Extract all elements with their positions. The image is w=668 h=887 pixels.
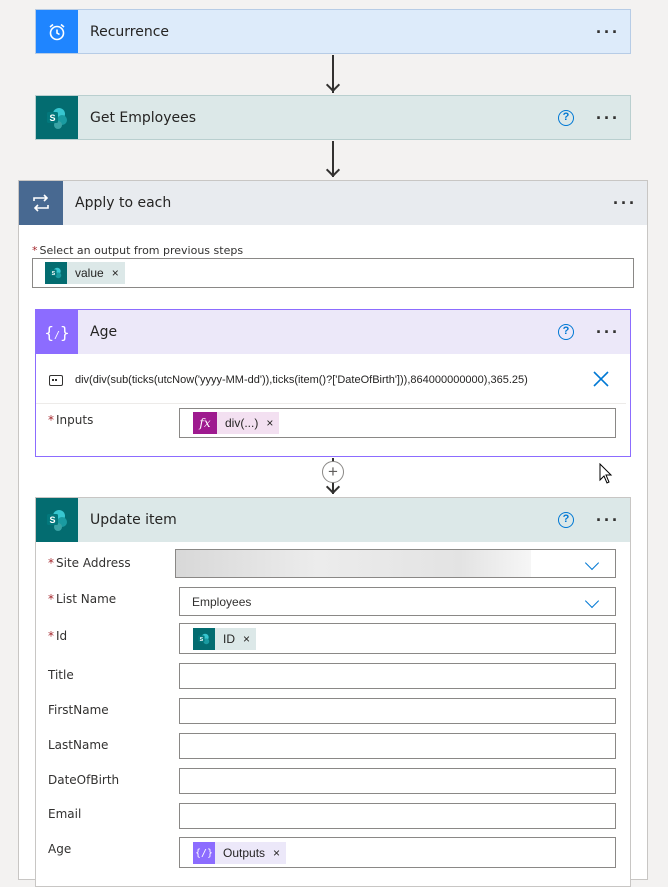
id-token[interactable]: S ID × — [193, 628, 257, 650]
site-address-label: * Site Address — [48, 556, 131, 570]
update-item-header[interactable]: S Update item ? ··· — [36, 498, 630, 542]
dateofbirth-field[interactable] — [179, 768, 616, 794]
list-name-dropdown[interactable]: Employees — [179, 587, 616, 616]
expression-text[interactable]: div(div(sub(ticks(utcNow('yyyy-MM-dd')),… — [75, 374, 528, 386]
recurrence-title: Recurrence — [90, 23, 170, 40]
get-employees-step[interactable]: S Get Employees ? ··· — [35, 95, 631, 140]
lastname-label: LastName — [48, 738, 109, 752]
select-output-label: * Select an output from previous steps — [32, 244, 244, 257]
token-label: div(...) — [225, 416, 259, 430]
more-options-button[interactable]: ··· — [596, 109, 620, 127]
value-token[interactable]: S value × — [45, 262, 125, 284]
help-icon[interactable]: ? — [558, 109, 574, 126]
age-header[interactable]: {/} Age ? ··· — [36, 310, 630, 354]
svg-text:S: S — [52, 271, 56, 277]
age-field[interactable]: {/} Outputs × — [179, 837, 616, 868]
expression-token[interactable]: fx div(...) × — [193, 412, 280, 434]
sharepoint-icon: S — [193, 628, 215, 650]
sharepoint-icon: S — [45, 262, 67, 284]
id-field[interactable]: S ID × — [179, 623, 616, 654]
loop-icon — [19, 181, 63, 225]
email-field[interactable] — [179, 803, 616, 829]
sharepoint-icon: S — [36, 96, 78, 139]
lastname-field[interactable] — [179, 733, 616, 759]
svg-text:S: S — [49, 113, 55, 123]
token-label: ID — [223, 632, 235, 646]
alarm-clock-icon — [36, 10, 78, 53]
arrow-head-icon — [325, 162, 341, 178]
age-label: Age — [48, 842, 72, 856]
expression-comment-icon — [49, 375, 63, 386]
inputs-label: * Inputs — [48, 413, 94, 427]
email-label: Email — [48, 807, 82, 821]
close-icon[interactable] — [592, 370, 612, 390]
firstname-label: FirstName — [48, 703, 109, 717]
apply-to-each-title: Apply to each — [75, 195, 172, 211]
chevron-down-icon[interactable] — [584, 555, 600, 571]
outputs-token[interactable]: {/} Outputs × — [193, 842, 287, 864]
title-field[interactable] — [179, 663, 616, 689]
chevron-down-icon[interactable] — [584, 593, 600, 609]
arrow-head-icon — [325, 77, 341, 93]
help-icon[interactable]: ? — [558, 324, 574, 340]
blurred-site-url — [176, 550, 531, 577]
function-fx-icon: fx — [193, 412, 217, 434]
remove-token-button[interactable]: × — [243, 632, 250, 646]
get-employees-title: Get Employees — [90, 109, 197, 126]
firstname-field[interactable] — [179, 698, 616, 724]
compose-braces-icon: {/} — [193, 842, 215, 864]
svg-text:S: S — [200, 637, 204, 643]
compose-braces-icon: {/} — [36, 310, 78, 354]
site-address-dropdown[interactable] — [175, 549, 616, 578]
recurrence-step[interactable]: Recurrence ··· — [35, 9, 631, 54]
more-options-button[interactable]: ··· — [596, 23, 620, 41]
id-label: * Id — [48, 629, 68, 643]
apply-to-each-header[interactable]: Apply to each ··· — [19, 181, 647, 225]
mouse-cursor-icon — [599, 462, 613, 488]
update-item-title: Update item — [90, 512, 177, 528]
remove-token-button[interactable]: × — [266, 416, 273, 430]
list-name-label: * List Name — [48, 592, 117, 606]
more-options-button[interactable]: ··· — [596, 323, 620, 341]
more-options-button[interactable]: ··· — [613, 194, 637, 212]
token-label: Outputs — [223, 846, 266, 860]
expression-editor[interactable]: div(div(sub(ticks(utcNow('yyyy-MM-dd')),… — [36, 358, 626, 404]
token-label: value — [75, 266, 104, 280]
svg-text:S: S — [49, 515, 55, 525]
list-name-value: Employees — [192, 595, 252, 609]
age-title: Age — [90, 324, 118, 340]
more-options-button[interactable]: ··· — [596, 511, 620, 529]
remove-token-button[interactable]: × — [273, 846, 280, 860]
remove-token-button[interactable]: × — [112, 266, 119, 280]
dateofbirth-label: DateOfBirth — [48, 773, 120, 787]
select-output-field[interactable]: S value × — [32, 258, 634, 288]
title-label: Title — [48, 668, 74, 682]
sharepoint-icon: S — [36, 498, 78, 542]
help-icon[interactable]: ? — [558, 512, 574, 528]
inputs-field[interactable]: fx div(...) × — [179, 408, 616, 438]
